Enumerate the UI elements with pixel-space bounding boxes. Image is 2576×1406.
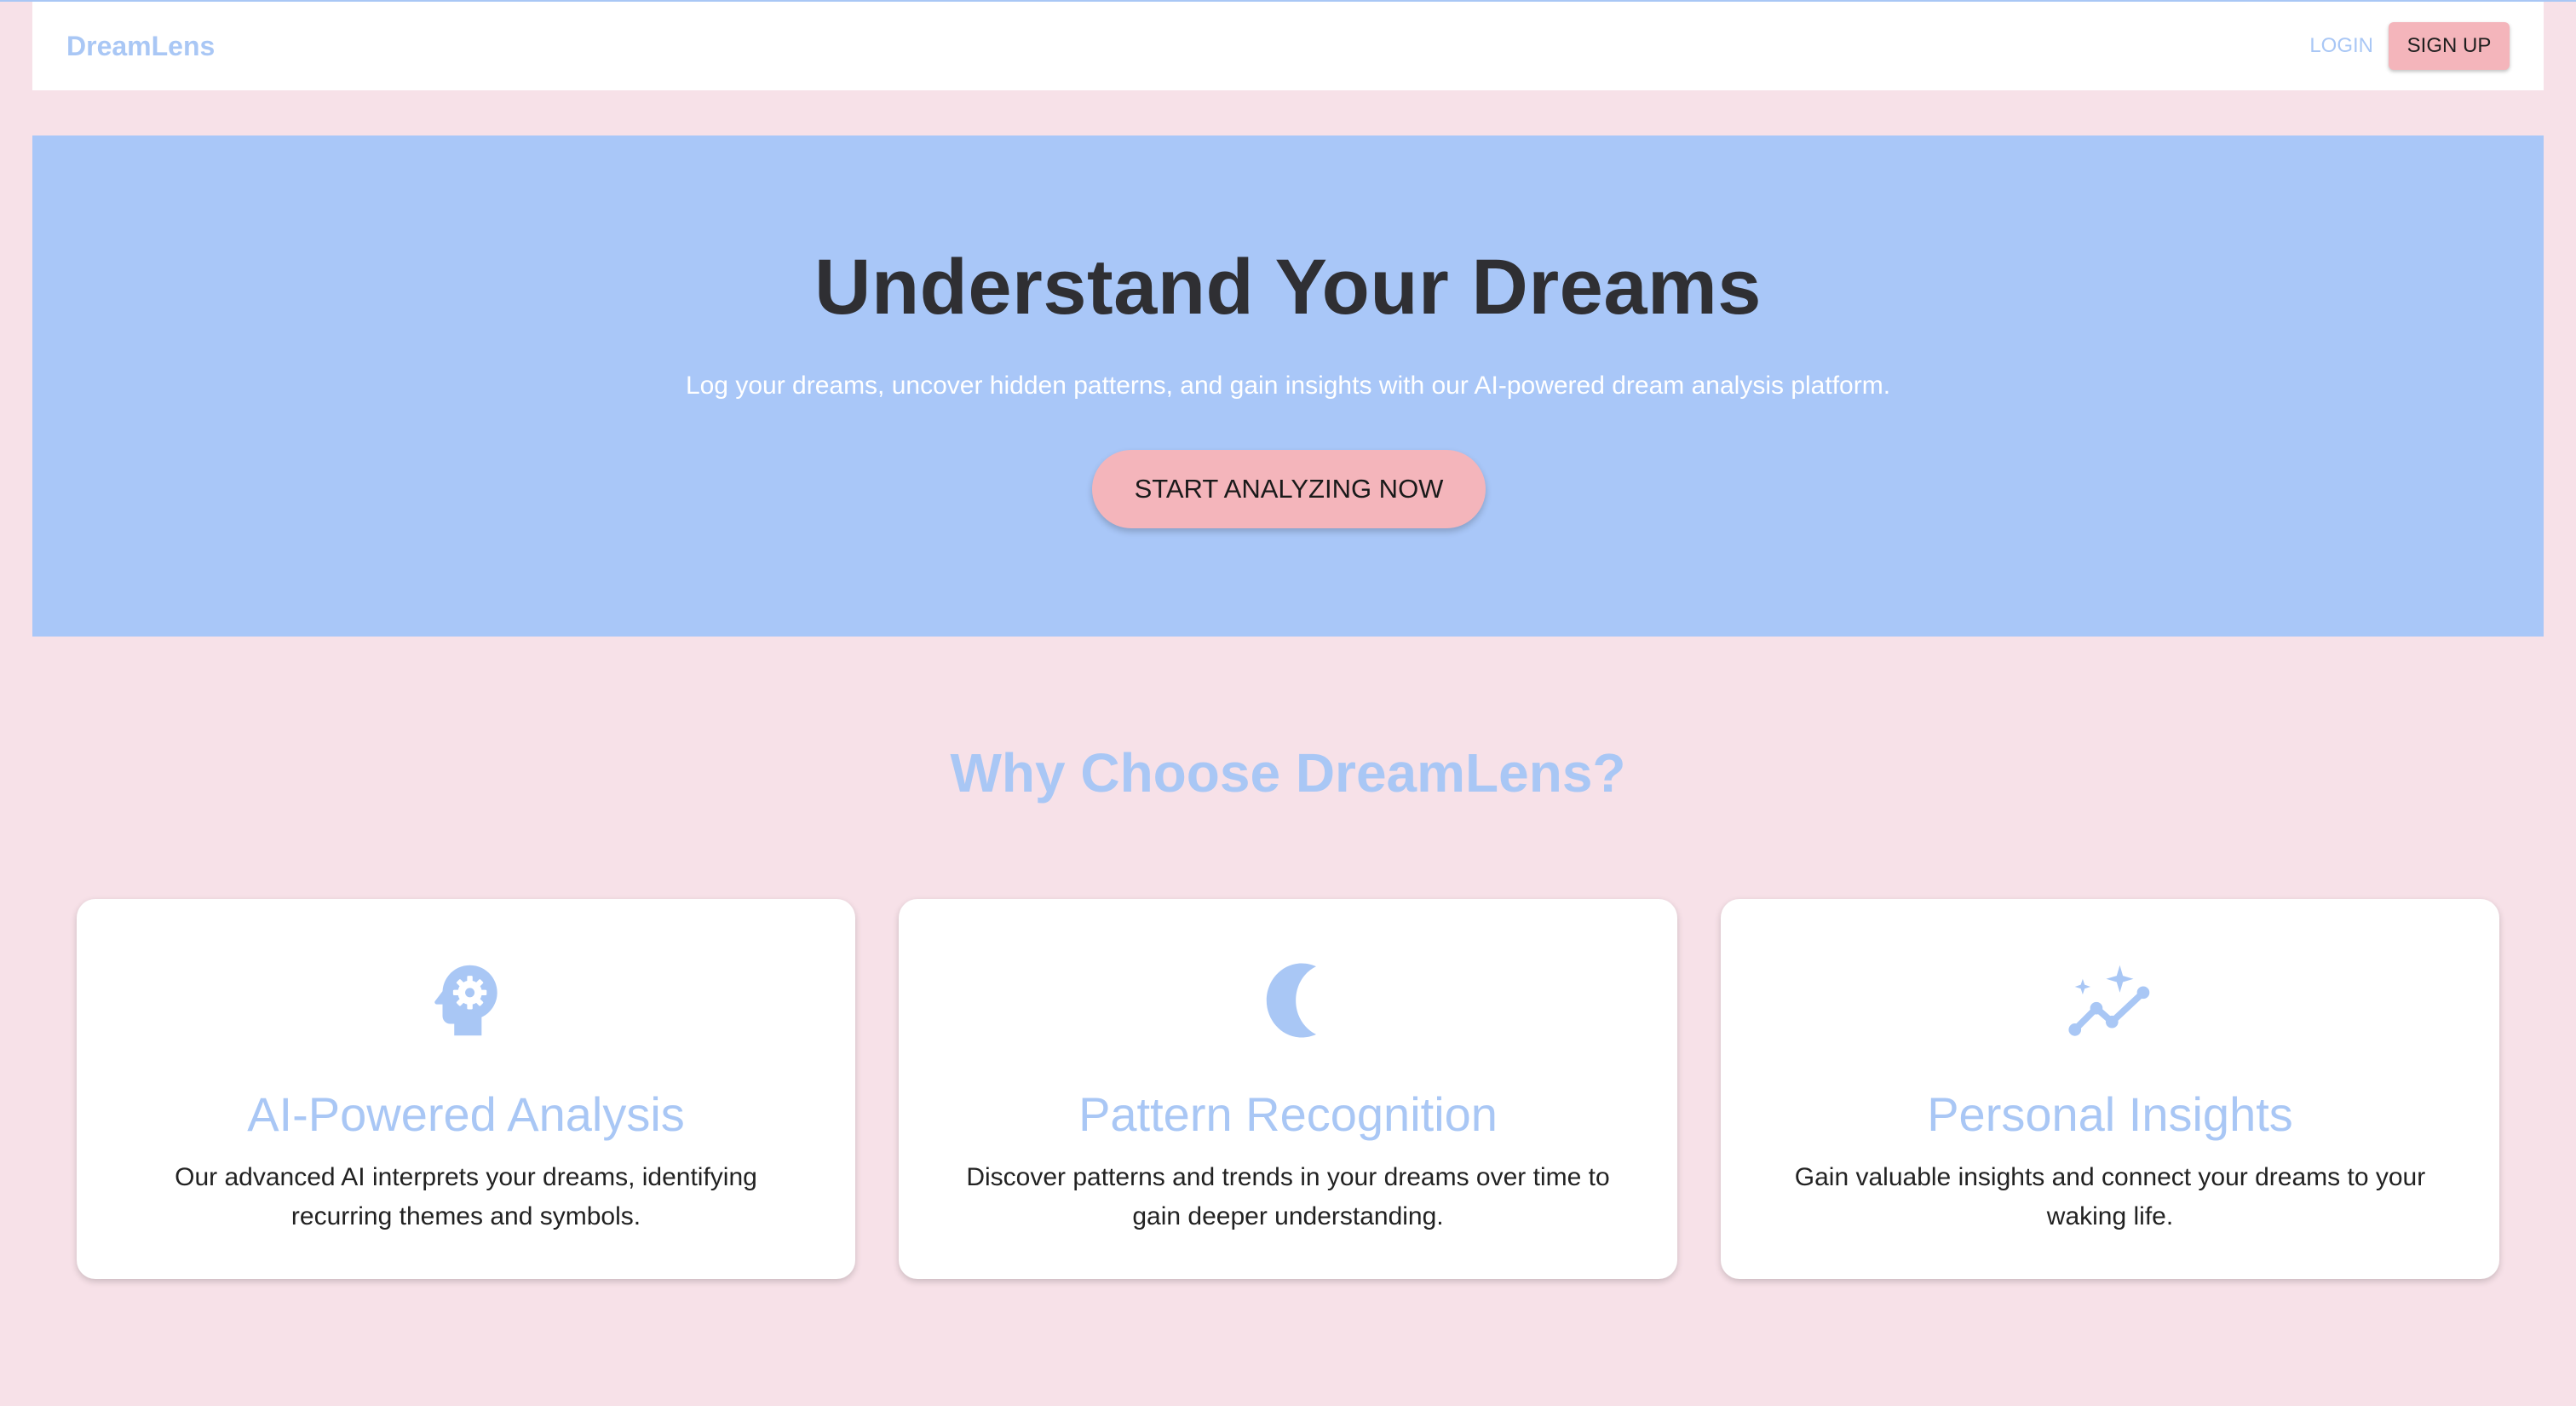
sparkle-trend-icon	[2068, 965, 2150, 1036]
feature-card-description: Gain valuable insights and connect your …	[1794, 1163, 2426, 1230]
moon-icon	[1266, 963, 1316, 1038]
start-analyzing-button[interactable]: START ANALYZING NOW	[1092, 450, 1486, 528]
page: DreamLens LOGIN SIGN UP Understand Your …	[0, 0, 2576, 1406]
top-navbar: DreamLens LOGIN SIGN UP	[32, 2, 2544, 90]
hero-section: Understand Your Dreams Log your dreams, …	[32, 135, 2544, 637]
features-heading: Why Choose DreamLens?	[950, 742, 1626, 804]
feature-card-title: Personal Insights	[1927, 1087, 2293, 1141]
feature-card-description: Discover patterns and trends in your dre…	[966, 1163, 1610, 1230]
feature-card-personal-insights: Personal Insights Gain valuable insights…	[1721, 899, 2499, 1279]
head-gear-icon	[434, 965, 497, 1036]
feature-card-title: Pattern Recognition	[1078, 1087, 1498, 1141]
feature-card-ai-analysis: AI-Powered Analysis Our advanced AI inte…	[77, 899, 855, 1279]
login-link[interactable]: LOGIN	[2309, 34, 2373, 58]
hero-subtitle: Log your dreams, uncover hidden patterns…	[685, 372, 1891, 400]
brand-logo[interactable]: DreamLens	[66, 31, 215, 62]
feature-card-pattern-recognition: Pattern Recognition Discover patterns an…	[899, 899, 1677, 1279]
nav-actions: LOGIN SIGN UP	[2309, 22, 2510, 70]
hero-title: Understand Your Dreams	[814, 244, 1762, 331]
feature-card-title: AI-Powered Analysis	[247, 1087, 685, 1141]
signup-button[interactable]: SIGN UP	[2389, 22, 2510, 70]
feature-card-description: Our advanced AI interprets your dreams, …	[175, 1163, 757, 1230]
